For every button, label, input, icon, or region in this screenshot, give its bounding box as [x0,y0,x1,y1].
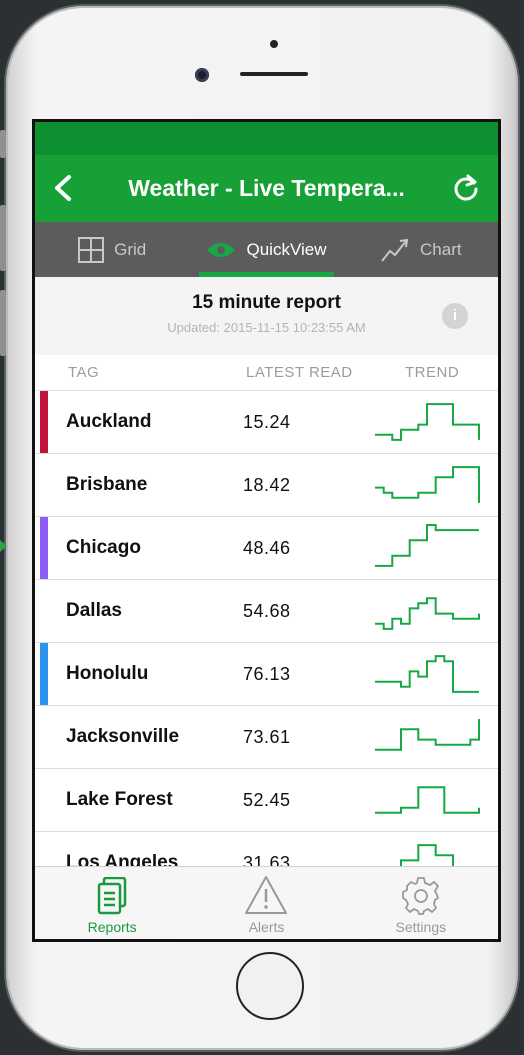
list-item[interactable]: Dallas 54.68 [35,580,498,643]
latest-read-value: 48.46 [243,538,291,558]
list-item[interactable]: Honolulu 76.13 [35,643,498,706]
settings-icon [401,877,439,915]
tabbar-reports[interactable]: Reports [35,867,189,939]
tag-name: Chicago [66,537,141,558]
list-item[interactable]: Brisbane 18.42 [35,454,498,517]
trend-line [375,524,479,567]
report-updated-timestamp: Updated: 2015-11-15 10:23:55 AM [167,320,366,335]
list-item[interactable]: Lake Forest 52.45 [35,769,498,832]
mute-switch [0,130,6,158]
report-title: 15 minute report [192,292,341,313]
trend-sparkline [375,403,480,441]
latest-read-value: 18.42 [243,475,291,495]
tag-name: Lake Forest [66,789,173,810]
latest-read-value: 52.45 [243,790,291,810]
tag-list: Auckland 15.24 Brisbane 18.42 Chicago 48.46 Da… [35,391,498,895]
list-item[interactable]: Chicago 48.46 [35,517,498,580]
latest-read-value: 15.24 [243,412,291,432]
latest-read-value: 76.13 [243,664,291,684]
column-headers: TAG LATEST READ TREND [35,355,498,391]
grid-icon [78,236,105,263]
report-header: 15 minute report Updated: 2015-11-15 10:… [35,277,498,355]
list-item[interactable]: Jacksonville 73.61 [35,706,498,769]
home-button[interactable] [236,952,304,1020]
reports-icon [97,877,127,915]
chart-icon [381,238,409,262]
column-header-tag: TAG [68,364,100,381]
volume-down-button [0,290,6,356]
view-tabs: Grid QuickView Chart [35,222,498,277]
trend-line [375,786,480,814]
tabbar-alerts-label: Alerts [248,919,285,935]
column-header-latest-read: LATEST READ [246,364,353,381]
trend-sparkline [375,719,480,751]
column-header-trend: TREND [405,364,460,381]
tabbar-reports-label: Reports [87,919,137,935]
tabbar-settings[interactable]: Settings [344,867,498,939]
trend-sparkline [375,524,479,567]
tabbar-settings-label: Settings [395,919,447,935]
page-title: Weather - Live Tempera... [128,175,405,201]
bottom-tab-bar: Reports Alerts Settings [35,866,498,939]
app-screen: Weather - Live Tempera... Grid QuickView [35,122,498,939]
tag-name: Auckland [66,411,152,432]
tab-grid[interactable]: Grid [35,222,189,277]
tab-quickview-label: QuickView [246,239,327,259]
trend-line [375,597,480,630]
tabbar-alerts[interactable]: Alerts [189,867,343,939]
tag-color-bar [40,391,48,453]
eye-icon [207,242,236,257]
list-item[interactable]: Auckland 15.24 [35,391,498,454]
status-bar [35,122,498,155]
trend-line [375,655,479,693]
tag-color-bar [40,643,48,705]
front-camera [195,68,209,82]
tab-chart[interactable]: Chart [344,222,498,277]
info-icon[interactable]: i [442,303,468,329]
nav-header: Weather - Live Tempera... [35,155,498,222]
latest-read-value: 73.61 [243,727,291,747]
trend-line [375,719,480,751]
tag-name: Brisbane [66,474,148,495]
back-chevron-icon[interactable] [49,173,79,203]
tag-color-bar [40,517,48,579]
trend-sparkline [375,786,480,814]
pointer-arrow-icon [0,540,7,552]
tag-name: Honolulu [66,663,149,684]
trend-line [375,403,480,441]
earpiece-speaker [240,72,308,76]
refresh-icon[interactable] [450,172,482,204]
trend-sparkline [375,655,479,693]
tag-name: Dallas [66,600,122,621]
tab-quickview[interactable]: QuickView [189,222,343,277]
tab-chart-label: Chart [420,239,462,259]
trend-line [375,466,480,503]
proximity-sensor [270,40,278,48]
tag-name: Jacksonville [66,726,180,747]
trend-sparkline [375,466,480,503]
tab-grid-label: Grid [114,239,147,259]
alert-icon [245,876,288,914]
trend-sparkline [375,597,480,630]
volume-up-button [0,205,6,271]
latest-read-value: 54.68 [243,601,291,621]
